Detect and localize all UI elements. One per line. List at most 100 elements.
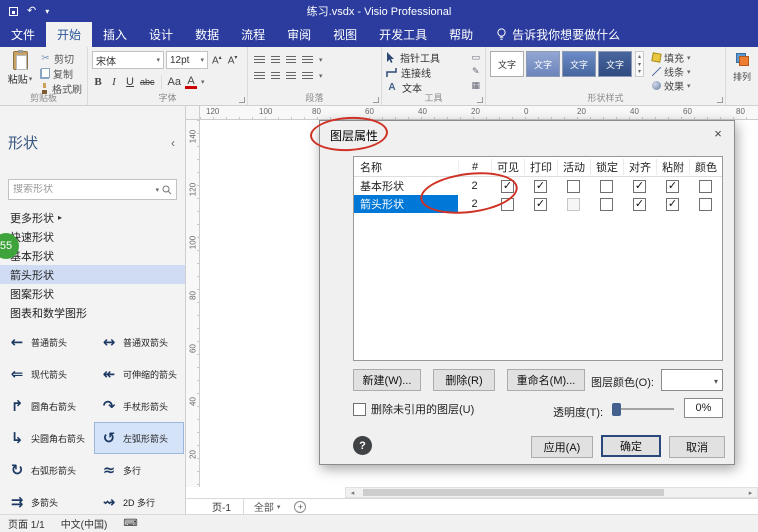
- remove-unreferenced-checkbox[interactable]: [353, 403, 366, 416]
- slider-thumb[interactable]: [612, 403, 621, 416]
- sidebar-item-chart-math-shapes[interactable]: 图表和数学图形: [0, 303, 185, 322]
- delete-layer-button[interactable]: 删除(R): [433, 369, 495, 391]
- rename-layer-button[interactable]: 重命名(M)...: [507, 369, 585, 391]
- stencil-item-normal-double-arrow[interactable]: ↔普通双箭头: [94, 326, 184, 358]
- shape-search-input[interactable]: [13, 184, 152, 195]
- arrange-icon[interactable]: [736, 53, 749, 66]
- font-size-combo[interactable]: 12pt▾: [166, 51, 208, 69]
- scroll-right-icon[interactable]: ▸: [744, 488, 757, 497]
- layer-checkbox[interactable]: [699, 180, 712, 193]
- save-icon[interactable]: [9, 7, 18, 16]
- font-dialog-launcher-icon[interactable]: [239, 97, 245, 103]
- sidebar-item-more-shapes[interactable]: 更多形状▸: [0, 208, 185, 227]
- language-indicator[interactable]: 中文(中国): [61, 516, 108, 531]
- bold-button[interactable]: B: [92, 76, 104, 88]
- style-sample-3[interactable]: 文字: [562, 51, 596, 77]
- strikethrough-button[interactable]: abc: [140, 77, 155, 87]
- layer-color-combo[interactable]: ▾: [661, 369, 723, 391]
- horizontal-scrollbar[interactable]: ◂ ▸: [345, 487, 758, 498]
- layer-checkbox[interactable]: [600, 198, 613, 211]
- align-right-icon[interactable]: [286, 56, 296, 65]
- shape-styles-dialog-launcher-icon[interactable]: [717, 97, 723, 103]
- align-left-icon[interactable]: [254, 56, 265, 65]
- stencil-item-sharp-rounded-right-arrow[interactable]: ↳尖圆角右箭头: [2, 422, 94, 454]
- justify-icon[interactable]: [302, 56, 313, 65]
- dialog-title-bar[interactable]: 图层属性 ×: [320, 121, 734, 149]
- align-center-icon[interactable]: [271, 56, 280, 65]
- layer-checkbox[interactable]: [567, 198, 580, 211]
- underline-button[interactable]: U: [124, 76, 136, 88]
- transparency-slider[interactable]: [612, 401, 674, 417]
- all-pages-button[interactable]: 全部▾: [244, 499, 291, 514]
- gallery-down-icon[interactable]: ▾: [638, 61, 641, 68]
- style-sample-1[interactable]: 文字: [490, 51, 524, 77]
- stencil-item-right-arc-arrow[interactable]: ↻右弧形箭头: [2, 454, 94, 486]
- shrink-font-button[interactable]: A▾: [226, 54, 240, 66]
- stencil-item-multi-line[interactable]: ≈多行: [94, 454, 184, 486]
- rectangle-tool-icon[interactable]: ▭: [471, 52, 480, 63]
- tell-me-box[interactable]: 告诉我你想要做什么: [496, 22, 620, 47]
- cut-button[interactable]: ✂剪切: [40, 51, 82, 65]
- italic-button[interactable]: I: [108, 76, 120, 88]
- tab-review[interactable]: 审阅: [276, 22, 322, 47]
- dropdown-arrow-icon[interactable]: ▾: [201, 78, 205, 86]
- keyboard-icon[interactable]: ⌨: [123, 518, 137, 529]
- tab-file[interactable]: 文件: [0, 22, 46, 47]
- page-tab-1[interactable]: 页-1: [200, 499, 244, 514]
- stencil-item-modern-arrow[interactable]: ⇐现代箭头: [2, 358, 94, 390]
- layer-checkbox[interactable]: ✓: [534, 180, 547, 193]
- decrease-indent-icon[interactable]: [271, 72, 280, 81]
- bullets-icon[interactable]: [254, 72, 265, 81]
- scrollbar-thumb[interactable]: [363, 489, 664, 496]
- gallery-up-icon[interactable]: ▴: [638, 53, 641, 60]
- layer-checkbox[interactable]: ✓: [666, 198, 679, 211]
- increase-indent-icon[interactable]: [286, 72, 296, 81]
- layer-name-cell[interactable]: 基本形状: [354, 177, 458, 195]
- font-color-button[interactable]: A: [185, 76, 197, 89]
- close-icon[interactable]: ×: [702, 121, 734, 145]
- font-name-combo[interactable]: 宋体▾: [92, 51, 164, 69]
- layer-checkbox[interactable]: [567, 180, 580, 193]
- layer-checkbox[interactable]: ✓: [633, 198, 646, 211]
- stencil-item-rounded-right-arrow[interactable]: ↱圆角右箭头: [2, 390, 94, 422]
- grid-tool-icon[interactable]: ▦: [471, 80, 480, 91]
- add-page-button[interactable]: +: [294, 501, 306, 513]
- scroll-left-icon[interactable]: ◂: [346, 488, 359, 497]
- tab-home[interactable]: 开始: [46, 22, 92, 47]
- dropdown-arrow-icon[interactable]: ▾: [319, 56, 323, 64]
- sidebar-item-arrow-shapes[interactable]: 箭头形状: [0, 265, 185, 284]
- tab-developer[interactable]: 开发工具: [368, 22, 438, 47]
- layer-checkbox[interactable]: [600, 180, 613, 193]
- tab-insert[interactable]: 插入: [92, 22, 138, 47]
- stencil-item-cane-arrow[interactable]: ↷手杖形箭头: [94, 390, 184, 422]
- layer-checkbox[interactable]: ✓: [666, 180, 679, 193]
- tab-help[interactable]: 帮助: [438, 22, 484, 47]
- stencil-item-normal-arrow[interactable]: ←普通箭头: [2, 326, 94, 358]
- gallery-expand-icon[interactable]: ▾: [638, 68, 641, 75]
- layer-checkbox[interactable]: ✓: [534, 198, 547, 211]
- copy-button[interactable]: 复制: [40, 66, 82, 80]
- pointer-tool-button[interactable]: 指针工具: [386, 50, 481, 65]
- stencil-item-stretchable-arrow[interactable]: ↞可伸缩的箭头: [94, 358, 184, 390]
- dropdown-arrow-icon[interactable]: ▾: [319, 72, 323, 80]
- grow-font-button[interactable]: A▴: [210, 54, 224, 66]
- layer-checkbox[interactable]: ✓: [633, 180, 646, 193]
- new-layer-button[interactable]: 新建(W)...: [353, 369, 421, 391]
- style-sample-4[interactable]: 文字: [598, 51, 632, 77]
- tab-process[interactable]: 流程: [230, 22, 276, 47]
- layer-checkbox[interactable]: [699, 198, 712, 211]
- help-button[interactable]: ?: [353, 436, 372, 455]
- undo-icon[interactable]: ↶: [27, 6, 36, 17]
- style-sample-2[interactable]: 文字: [526, 51, 560, 77]
- freeform-tool-icon[interactable]: ✎: [472, 66, 480, 77]
- layer-row-0[interactable]: 基本形状2✓✓✓✓: [354, 177, 722, 195]
- qat-customize-icon[interactable]: ▾: [45, 7, 49, 16]
- line-spacing-icon[interactable]: [302, 72, 313, 81]
- scrollbar-track[interactable]: [359, 488, 744, 497]
- fill-button[interactable]: 填充▾: [652, 51, 691, 64]
- sidebar-item-quick-shapes[interactable]: 快速形状: [0, 227, 185, 246]
- case-button[interactable]: Aa: [168, 76, 181, 88]
- sidebar-item-pattern-shapes[interactable]: 图案形状: [0, 284, 185, 303]
- stencil-item-left-arc-arrow[interactable]: ↺左弧形箭头: [94, 422, 184, 454]
- tab-data[interactable]: 数据: [184, 22, 230, 47]
